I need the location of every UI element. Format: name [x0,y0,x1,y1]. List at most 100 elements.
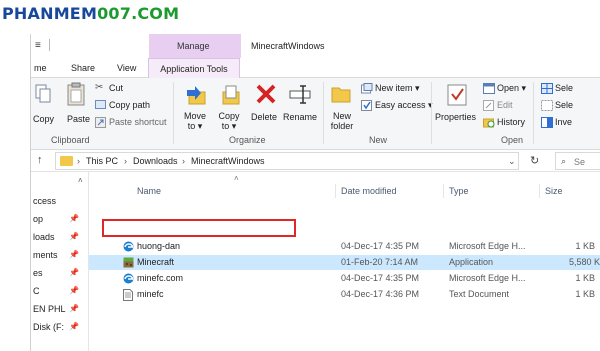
paste-icon [67,82,85,106]
copy-path-icon [95,100,106,109]
search-icon: ⌕ [561,156,567,166]
window-title: MinecraftWindows [251,41,325,51]
scroll-up-arrow[interactable]: ˄ [78,176,83,185]
up-arrow-icon[interactable]: ↑ [37,154,43,166]
history-button[interactable]: History [497,117,525,127]
copy-button[interactable]: Copy [33,114,54,124]
move-to-icon [185,84,207,106]
column-header-name[interactable]: Name [137,186,161,196]
file-explorer-window: ≡ Manage MinecraftWindows me Share View … [30,34,600,351]
edit-button[interactable]: Edit [497,100,513,110]
organize-group-label: Organize [229,135,266,145]
search-placeholder: Se [574,157,586,167]
tab-view[interactable]: View [117,63,136,73]
address-bar[interactable]: › This PC › Downloads › MinecraftWindows… [55,152,519,170]
select-all-button[interactable]: Sele [555,83,573,93]
navigation-pane: ˄ ccess op 📌 loads 📌 ments 📌 es 📌 C 📌 EN… [31,172,89,351]
move-to-button[interactable]: Move to ▾ [181,111,209,131]
text-document-icon [123,289,133,303]
easy-access-icon [361,100,373,111]
breadcrumb-minecraftwindows[interactable]: MinecraftWindows [191,156,265,166]
new-item-icon [361,83,373,94]
file-size: 1 KB [575,273,595,283]
select-all-icon [541,83,553,94]
file-list: ˄ Name Date modified Type Size huong-dan… [89,172,600,351]
file-date: 01-Feb-20 7:14 AM [341,257,419,267]
pin-icon: 📌 [69,304,79,313]
file-type: Text Document [449,289,510,299]
new-folder-button[interactable]: New folder [325,111,359,131]
cut-icon: ✂ [95,82,104,93]
file-type: Application [449,257,494,267]
pin-icon: 📌 [69,322,79,331]
breadcrumb-downloads[interactable]: Downloads [133,156,178,166]
edge-icon [123,241,134,254]
quick-access-dropdown-icon[interactable]: ≡ [35,40,41,51]
pin-icon: 📌 [69,232,79,241]
file-size: 1 KB [575,241,595,251]
toolbar-divider [49,39,50,51]
column-divider[interactable] [443,184,444,198]
chevron-down-icon[interactable]: ⌄ [508,156,516,167]
nav-item-quick-access[interactable]: ccess [33,196,56,206]
rename-button[interactable]: Rename [283,112,317,122]
chevron-right-icon[interactable]: › [182,156,185,166]
invert-selection-button[interactable]: Inve [555,117,572,127]
refresh-icon[interactable]: ↻ [530,154,539,167]
column-header-type[interactable]: Type [449,186,469,196]
new-folder-icon [331,84,351,104]
copy-icon [35,84,51,104]
tab-application-tools[interactable]: Application Tools [148,58,240,78]
nav-item-folder[interactable]: EN PHL [33,304,66,314]
chevron-right-icon[interactable]: › [124,156,127,166]
file-name: Minecraft [137,257,175,267]
file-name: huong-dan [137,241,181,251]
file-type: Microsoft Edge H... [449,273,526,283]
nav-item-drive-c[interactable]: C [33,286,40,296]
column-header-date[interactable]: Date modified [341,186,397,196]
column-divider[interactable] [335,184,336,198]
invert-selection-icon [541,117,553,128]
file-date: 04-Dec-17 4:36 PM [341,289,420,299]
properties-icon [447,84,467,106]
chevron-right-icon[interactable]: › [77,156,80,166]
file-row-minefc[interactable]: minefc 04-Dec-17 4:36 PM Text Document 1… [89,287,600,302]
file-size: 1 KB [575,289,595,299]
group-divider [431,82,432,144]
open-button[interactable]: Open ▾ [497,83,526,94]
file-row-minecraft[interactable]: Minecraft 01-Feb-20 7:14 AM Application … [89,255,600,270]
easy-access-button[interactable]: Easy access ▾ [375,100,433,111]
breadcrumb-this-pc[interactable]: This PC [86,156,118,166]
column-header-size[interactable]: Size [545,186,563,196]
pin-icon: 📌 [69,214,79,223]
file-row-huong-dan[interactable]: huong-dan 04-Dec-17 4:35 PM Microsoft Ed… [89,239,600,254]
ribbon-tabs: me Share View Application Tools [31,58,600,78]
tab-share[interactable]: Share [71,63,95,73]
column-divider[interactable] [539,184,540,198]
open-icon [483,83,495,94]
delete-button[interactable]: Delete [251,112,277,122]
paste-shortcut-button[interactable]: Paste shortcut [109,117,167,127]
nav-item-pictures[interactable]: es [33,268,43,278]
nav-item-downloads[interactable]: loads [33,232,55,242]
nav-item-disk-f[interactable]: Disk (F: [33,322,64,332]
copy-path-button[interactable]: Copy path [109,100,150,110]
watermark-logo: PHANMEM007.COM [2,4,180,23]
new-item-button[interactable]: New item ▾ [375,83,420,94]
search-input[interactable]: ⌕ Se [555,152,600,170]
history-icon [483,117,495,128]
copy-to-button[interactable]: Copy to ▾ [215,111,243,131]
select-none-button[interactable]: Sele [555,100,573,110]
tab-home[interactable]: me [34,63,47,73]
cut-button[interactable]: Cut [109,83,123,93]
edit-icon [483,100,495,111]
paste-button[interactable]: Paste [67,114,90,124]
file-row-minefc-com[interactable]: minefc.com 04-Dec-17 4:35 PM Microsoft E… [89,271,600,286]
group-divider [173,82,174,144]
file-size: 5,580 KB [569,257,600,267]
group-divider [533,82,534,144]
file-type: Microsoft Edge H... [449,241,526,251]
nav-item-documents[interactable]: ments [33,250,58,260]
nav-item-desktop[interactable]: op [33,214,43,224]
properties-button[interactable]: Properties [435,112,476,122]
